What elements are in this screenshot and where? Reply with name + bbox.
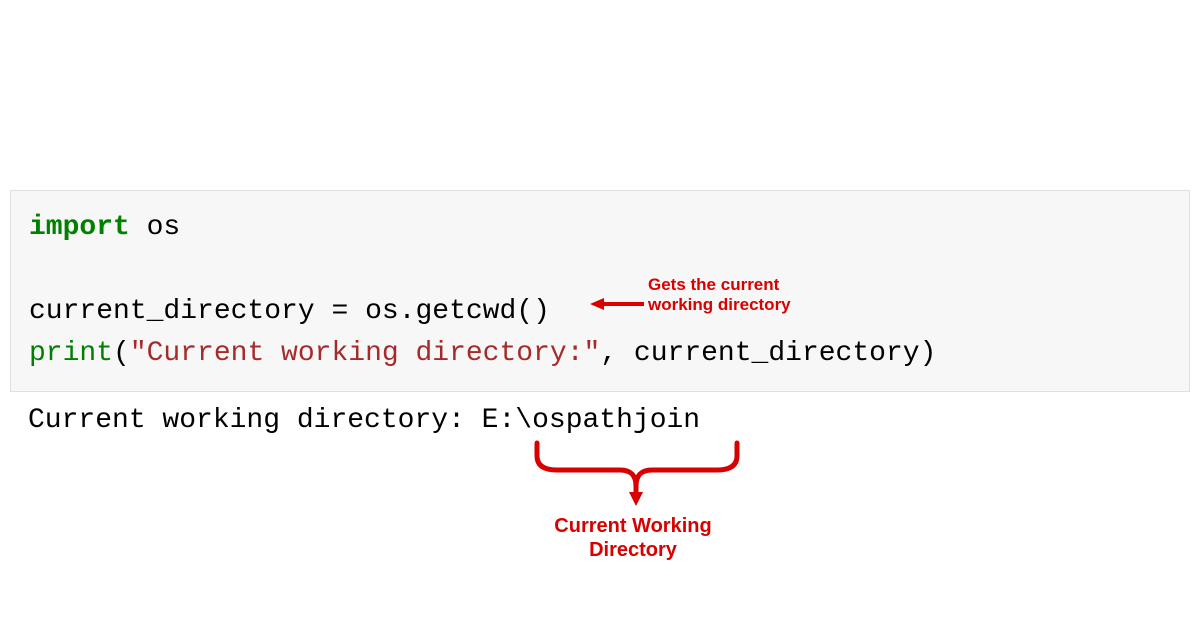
arg-var: current_directory) [634, 338, 936, 369]
annotation-cwd: Current Working Directory [538, 514, 728, 562]
comma-sep: , [600, 338, 634, 369]
arrow-icon [590, 296, 645, 312]
brace-icon [532, 438, 742, 508]
code-line-1: import os [29, 207, 1171, 249]
paren-open: ( [113, 338, 130, 369]
annotation-getcwd: Gets the current working directory [648, 275, 791, 316]
string-literal: "Current working directory:" [130, 338, 600, 369]
code-line-blank [29, 249, 1171, 291]
call-getcwd: os.getcwd() [365, 296, 550, 327]
code-line-4: print("Current working directory:", curr… [29, 333, 1171, 375]
output-text: Current working directory: E:\ospathjoin [28, 405, 700, 436]
annotation-cwd-line1: Current Working [538, 514, 728, 538]
annotation-getcwd-line1: Gets the current [648, 275, 791, 295]
module-os: os [130, 212, 180, 243]
keyword-import: import [29, 212, 130, 243]
annotation-cwd-line2: Directory [538, 538, 728, 562]
equals-op: = [331, 296, 365, 327]
fn-print: print [29, 338, 113, 369]
code-block: import os current_directory = os.getcwd(… [10, 190, 1190, 392]
annotation-getcwd-line2: working directory [648, 295, 791, 315]
var-current-dir: current_directory [29, 296, 331, 327]
